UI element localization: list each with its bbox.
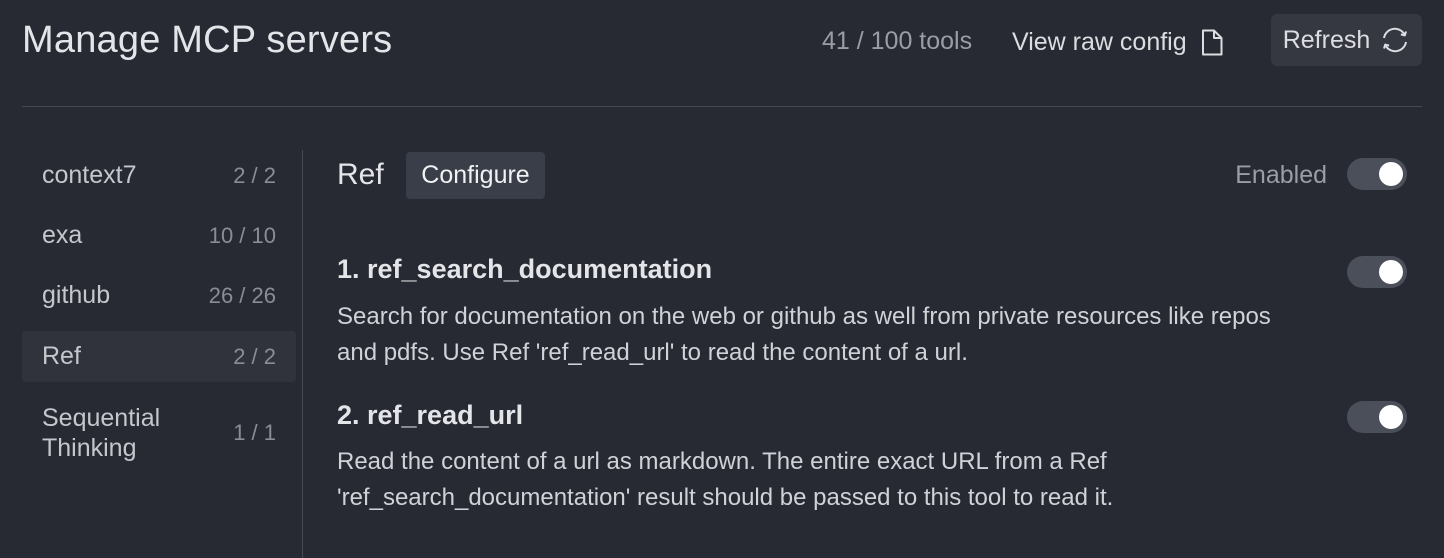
server-tool-count: 26 / 26 [208, 282, 276, 308]
toggle-knob [1379, 405, 1403, 429]
tool-description-line: and pdfs. Use Ref 'ref_read_url' to read… [337, 339, 968, 366]
configure-button[interactable]: Configure [406, 152, 545, 199]
tool-title: 2. ref_read_url [337, 400, 524, 430]
server-item-ref[interactable]: Ref 2 / 2 [22, 331, 296, 382]
view-raw-config-button[interactable]: View raw config [1012, 22, 1223, 62]
server-name: Ref [42, 342, 81, 370]
view-raw-config-label: View raw config [1012, 27, 1187, 56]
tool-enabled-toggle[interactable] [1347, 401, 1407, 433]
server-detail: Ref Configure Enabled 1. ref_search_docu… [337, 150, 1407, 558]
tool-description: Search for documentation on the web or g… [337, 299, 1407, 371]
server-name: exa [42, 221, 83, 249]
tool-description-line: 'ref_search_documentation' result should… [337, 484, 1114, 511]
toggle-knob [1379, 260, 1403, 284]
server-item-exa[interactable]: exa 10 / 10 [22, 210, 296, 261]
tool-title: 1. ref_search_documentation [337, 254, 713, 284]
tool-description-line: Read the content of a url as markdown. T… [337, 448, 1107, 475]
server-name: github [42, 281, 111, 309]
refresh-icon [1383, 27, 1408, 53]
file-icon [1201, 29, 1223, 55]
server-title: Ref [337, 158, 384, 191]
server-item-context7[interactable]: context7 2 / 2 [22, 150, 296, 201]
server-name-line1: Sequential [42, 404, 161, 432]
enabled-label: Enabled [1235, 161, 1327, 189]
refresh-label: Refresh [1282, 25, 1371, 54]
server-name: context7 [42, 161, 137, 189]
server-enabled-toggle[interactable] [1347, 158, 1407, 190]
tool-count: 41 / 100 tools [822, 27, 973, 55]
server-name-line2: Thinking [42, 434, 137, 462]
refresh-button[interactable]: Refresh [1271, 14, 1422, 66]
server-list: context7 2 / 2 exa 10 / 10 github 26 / 2… [22, 150, 303, 558]
tool-enabled-toggle[interactable] [1347, 256, 1407, 288]
server-tool-count: 2 / 2 [233, 162, 276, 188]
toggle-knob [1379, 162, 1403, 186]
server-tool-count: 2 / 2 [233, 343, 276, 369]
server-item-github[interactable]: github 26 / 26 [22, 270, 296, 321]
server-tool-count: 10 / 10 [208, 222, 276, 248]
tool-description: Read the content of a url as markdown. T… [337, 444, 1407, 516]
header: Manage MCP servers 41 / 100 tools View r… [22, 0, 1422, 107]
server-tool-count: 1 / 1 [233, 420, 276, 445]
tool-description-line: Search for documentation on the web or g… [337, 303, 1271, 330]
server-name: Sequential Thinking [42, 403, 160, 463]
page-title: Manage MCP servers [22, 19, 393, 61]
server-item-sequential-thinking[interactable]: Sequential Thinking 1 / 1 [22, 400, 296, 466]
